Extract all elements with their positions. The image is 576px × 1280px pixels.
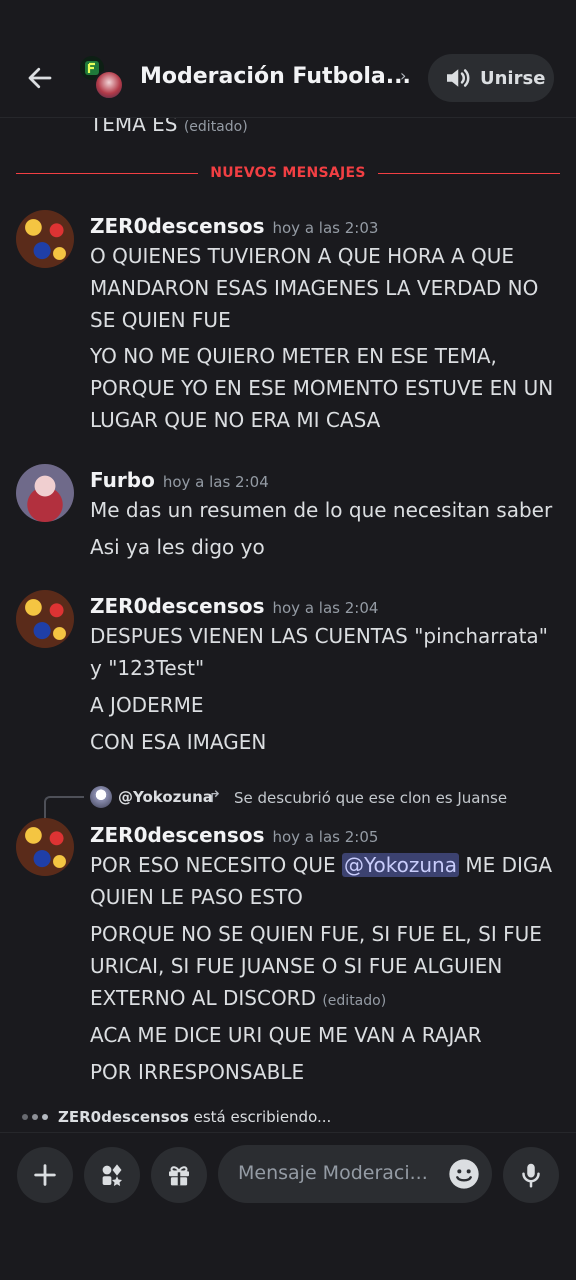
new-messages-divider: NUEVOS MENSAJES	[16, 163, 560, 183]
avatar[interactable]	[16, 210, 74, 268]
apps-icon	[102, 1164, 122, 1186]
message-content[interactable]: Asi ya les digo yo	[90, 531, 560, 563]
message-header: ZER0descensos hoy a las 2:03	[90, 214, 378, 238]
channel-title[interactable]: Moderación Futbola...	[140, 64, 411, 89]
user-mention[interactable]: @Yokozuna	[341, 853, 459, 877]
channel-avatar-2	[94, 70, 124, 100]
arrow-left-icon	[28, 67, 52, 89]
previous-message-text: TEMA ES	[90, 118, 178, 136]
join-voice-button[interactable]: Unirse	[428, 54, 554, 102]
typing-user: ZER0descensos	[58, 1108, 189, 1126]
message-content[interactable]: ACA ME DICE URI QUE ME VAN A RAJAR	[90, 1019, 560, 1051]
message-content[interactable]: POR IRRESPONSABLE	[90, 1056, 560, 1088]
message-input[interactable]: Mensaje Moderaci...	[218, 1145, 492, 1203]
message-content[interactable]: POR ESO NECESITO QUE @Yokozuna ME DIGA Q…	[90, 849, 560, 913]
message-content[interactable]: CON ESA IMAGEN	[90, 726, 560, 758]
gift-icon	[169, 1166, 189, 1186]
emoji-icon[interactable]	[448, 1158, 480, 1190]
message-content[interactable]: DESPUES VIENEN LAS CUENTAS "pincharrata"…	[90, 620, 560, 684]
plus-icon	[34, 1164, 56, 1186]
message-header: Furbo hoy a las 2:04	[90, 468, 269, 492]
edited-tag: (editado)	[322, 993, 387, 1009]
typing-dot	[22, 1114, 28, 1120]
message-content[interactable]: PORQUE NO SE QUIEN FUE, SI FUE EL, SI FU…	[90, 918, 560, 1017]
reply-connector	[44, 796, 84, 818]
typing-indicator: ZER0descensos está escribiendo...	[22, 1108, 331, 1126]
message-content[interactable]: A JODERME	[90, 689, 560, 721]
add-attachment-button[interactable]	[17, 1147, 73, 1203]
reply-arrow-icon: ↱	[208, 787, 222, 806]
avatar[interactable]	[16, 590, 74, 648]
gift-button[interactable]	[151, 1147, 207, 1203]
typing-text: ZER0descensos está escribiendo...	[58, 1108, 331, 1126]
timestamp: hoy a las 2:05	[272, 828, 379, 846]
message-text: POR ESO NECESITO QUE	[90, 853, 342, 877]
message-content[interactable]: YO NO ME QUIERO METER EN ESE TEMA, PORQU…	[90, 340, 560, 436]
chevron-right-icon[interactable]: ›	[400, 66, 406, 85]
username[interactable]: Furbo	[90, 468, 155, 492]
message-header: ZER0descensos hoy a las 2:05	[90, 823, 378, 847]
avatar[interactable]	[16, 464, 74, 522]
apps-button[interactable]	[84, 1147, 140, 1203]
timestamp: hoy a las 2:04	[162, 473, 269, 491]
message-content[interactable]: O QUIENES TUVIERON A QUE HORA A QUE MAND…	[90, 240, 560, 336]
typing-dot	[42, 1114, 48, 1120]
timestamp: hoy a las 2:03	[272, 219, 379, 237]
join-label: Unirse	[480, 67, 546, 89]
username[interactable]: ZER0descensos	[90, 214, 264, 238]
message-header: ZER0descensos hoy a las 2:04	[90, 594, 378, 618]
reply-text[interactable]: Se descubrió que ese clon es Juanse	[234, 789, 507, 807]
channel-header: Moderación Futbola... › Unirse	[0, 0, 576, 118]
channel-avatar-group[interactable]	[78, 54, 126, 102]
reply-avatar	[90, 786, 112, 808]
typing-suffix: está escribiendo...	[188, 1108, 332, 1126]
new-messages-label: NUEVOS MENSAJES	[210, 165, 366, 181]
speaker-icon	[447, 69, 470, 87]
avatar[interactable]	[16, 818, 74, 876]
previous-message-tail: TEMA ES (editado)	[90, 118, 248, 136]
voice-message-button[interactable]	[503, 1147, 559, 1203]
back-button[interactable]	[20, 58, 60, 98]
typing-dot	[32, 1114, 38, 1120]
timestamp: hoy a las 2:04	[272, 599, 379, 617]
message-text: PORQUE NO SE QUIEN FUE, SI FUE EL, SI FU…	[90, 922, 542, 1010]
message-content[interactable]: Me das un resumen de lo que necesitan sa…	[90, 494, 560, 526]
message-list[interactable]: TEMA ES (editado) NUEVOS MENSAJES ZER0de…	[0, 118, 576, 1130]
message-input-placeholder: Mensaje Moderaci...	[238, 1162, 428, 1184]
reply-username[interactable]: @Yokozuna	[118, 788, 213, 806]
message-composer: Mensaje Moderaci...	[0, 1132, 576, 1280]
edited-tag: (editado)	[183, 119, 248, 135]
username[interactable]: ZER0descensos	[90, 594, 264, 618]
microphone-icon	[522, 1163, 540, 1188]
username[interactable]: ZER0descensos	[90, 823, 264, 847]
